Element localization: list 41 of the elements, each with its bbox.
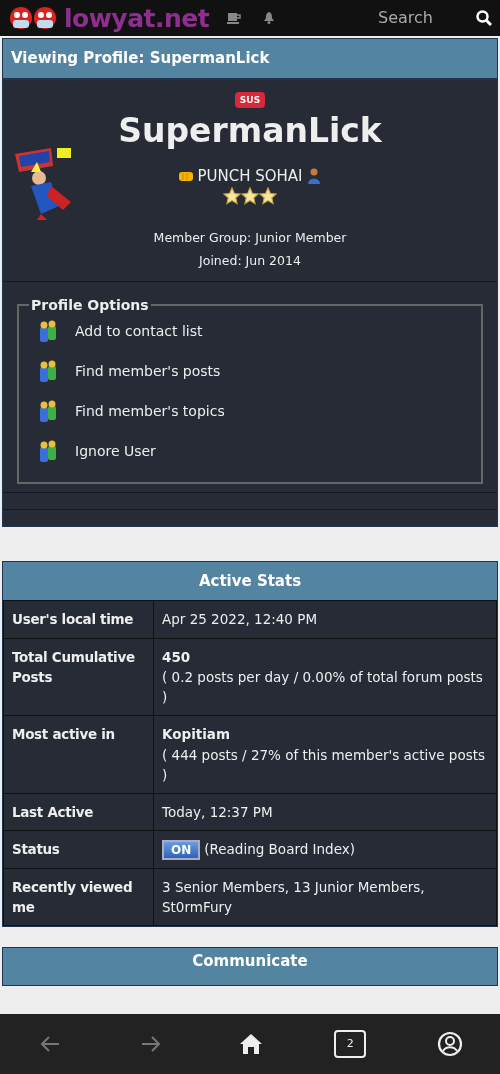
join-date: Joined: Jun 2014 — [197, 252, 302, 271]
table-cell: Most active in — [3, 715, 154, 794]
table-cell-text: ( 0.2 posts per day / 0.00% of total forum posts ) — [162, 667, 484, 708]
table-cell-text: ( 444 posts / 27% of this member's active posts ) — [162, 745, 487, 785]
people-icon — [39, 359, 57, 384]
star-icon — [259, 187, 277, 206]
table-cell-text: 450 — [162, 647, 192, 667]
table-cell-text: Kopitiam — [162, 725, 232, 745]
coffee-cup-icon[interactable] — [227, 12, 242, 24]
table-cell: Last Active — [3, 793, 154, 831]
table-cell: Today, 12:37 PM — [153, 793, 497, 831]
search-icon[interactable] — [476, 10, 492, 26]
search-field[interactable]: Search — [378, 6, 468, 30]
profile-option-link[interactable]: Find member's posts — [33, 351, 467, 392]
member-group: Member Group: Junior Member — [3, 229, 497, 249]
badge: SUS — [234, 91, 266, 108]
person-icon — [306, 168, 321, 185]
section-title: Communicate — [2, 947, 498, 986]
section-title: Active Stats — [3, 561, 497, 601]
username: SupermanLick — [117, 112, 383, 149]
table-cell: 3 Senior Members, 13 Junior Members, St0rmFury — [153, 868, 497, 926]
profile-option-link[interactable]: Ignore User — [33, 431, 467, 472]
profile-option-link[interactable]: Find member's topics — [33, 391, 467, 432]
people-icon — [39, 439, 57, 464]
people-icon — [39, 399, 57, 424]
star-icon — [223, 187, 241, 206]
status-text: (Reading Board Index) — [204, 841, 355, 858]
bell-icon[interactable] — [263, 12, 276, 24]
account-icon — [436, 1031, 463, 1057]
status-badge: ON — [162, 840, 201, 861]
page-title: Viewing Profile: SupermanLick — [2, 38, 498, 79]
table-cell: User's local time — [3, 600, 154, 639]
tabs-button[interactable]: 2 — [334, 1030, 367, 1058]
section-title: Profile Options — [30, 297, 150, 312]
table-cell: Status — [3, 830, 154, 869]
table-cell: Recently viewed me — [3, 868, 154, 926]
star-icon — [241, 187, 259, 206]
people-icon — [39, 319, 57, 344]
table-cell: Total Cumulative Posts — [3, 638, 154, 716]
rank-title: PUNCH SOHAI — [197, 165, 303, 187]
table-cell: Apr 25 2022, 12:40 PM — [153, 600, 497, 639]
